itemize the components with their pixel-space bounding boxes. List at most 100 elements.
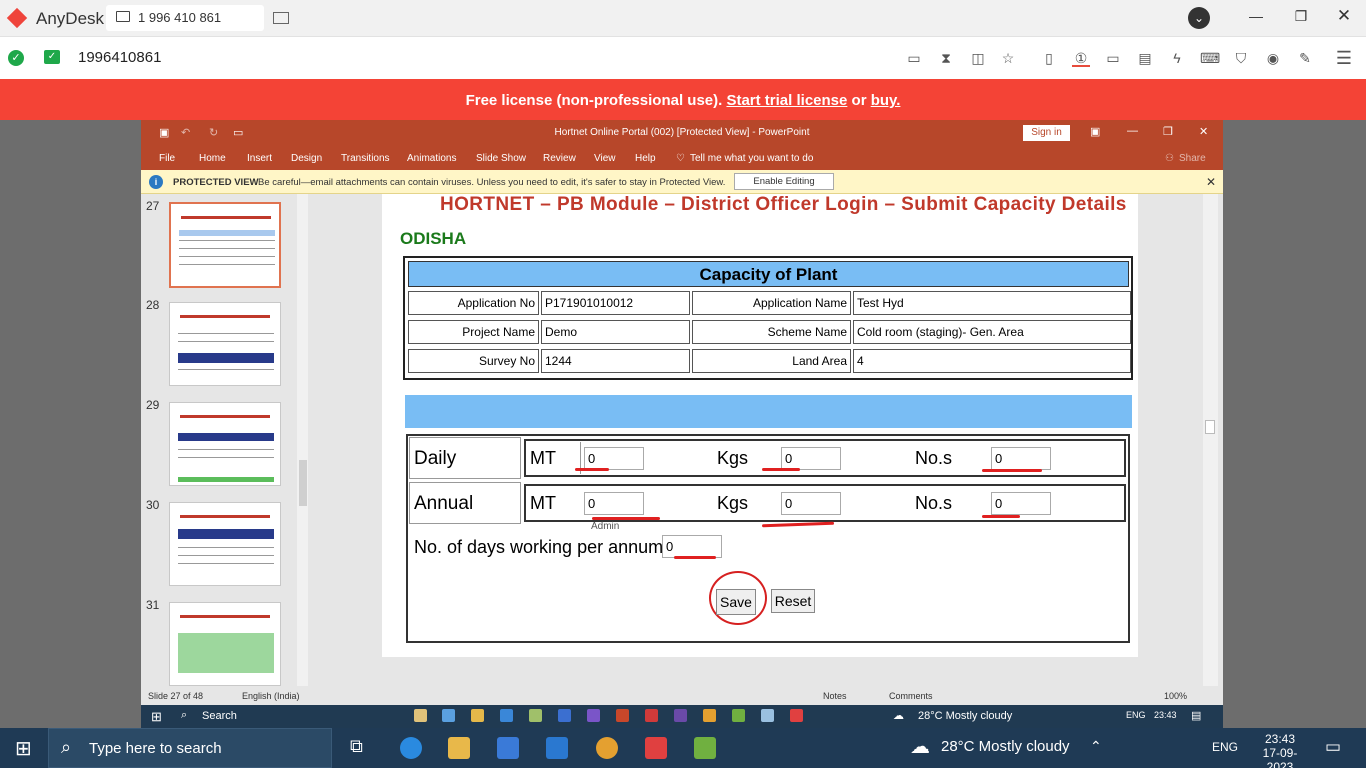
- session-tab[interactable]: 1 996 410 861: [106, 5, 264, 31]
- anydesk-icon[interactable]: [645, 737, 667, 759]
- daily-kgs-input[interactable]: 0: [781, 447, 841, 470]
- tab-view[interactable]: View: [594, 153, 616, 164]
- app-icon[interactable]: [761, 709, 774, 722]
- mail-icon[interactable]: [546, 737, 568, 759]
- app-icon[interactable]: [500, 709, 513, 722]
- app-icon[interactable]: [674, 709, 687, 722]
- close-icon[interactable]: ✕: [1206, 175, 1216, 189]
- remote-search-box[interactable]: Search: [202, 710, 237, 722]
- app-icon[interactable]: [414, 709, 427, 722]
- app-icon[interactable]: [732, 709, 745, 722]
- comments-button[interactable]: Comments: [889, 691, 933, 701]
- windows-start-icon[interactable]: ⊞: [15, 736, 32, 761]
- store-icon[interactable]: [497, 737, 519, 759]
- reset-button[interactable]: Reset: [771, 589, 815, 613]
- clock[interactable]: 23:43 17-09-2023: [1252, 732, 1308, 768]
- hamburger-menu-icon[interactable]: ☰: [1335, 49, 1353, 67]
- slide-thumbnail[interactable]: [169, 502, 281, 586]
- annual-kgs-input[interactable]: 0: [781, 492, 841, 515]
- annual-mt-input[interactable]: 0: [584, 492, 644, 515]
- buy-link[interactable]: buy.: [871, 92, 901, 109]
- tray-chevron-icon[interactable]: ⌃: [1090, 738, 1102, 755]
- share-button[interactable]: Share: [1179, 153, 1206, 164]
- tab-design[interactable]: Design: [291, 153, 322, 164]
- tab-home[interactable]: Home: [199, 153, 226, 164]
- app-icon[interactable]: [694, 737, 716, 759]
- sign-in-button[interactable]: Sign in: [1023, 125, 1070, 141]
- file-explorer-icon[interactable]: [448, 737, 470, 759]
- restore-button[interactable]: ❐: [1290, 8, 1312, 25]
- record-icon[interactable]: ◉: [1264, 49, 1282, 67]
- database-icon[interactable]: ◫: [969, 49, 987, 67]
- app-icon[interactable]: [442, 709, 455, 722]
- notification-icon[interactable]: ▤: [1191, 709, 1201, 722]
- tab-transitions[interactable]: Transitions: [341, 153, 390, 164]
- slide-thumbnail[interactable]: [169, 202, 281, 288]
- pp-maximize-button[interactable]: ❐: [1163, 125, 1173, 138]
- shield-icon[interactable]: ⛉: [1232, 49, 1250, 67]
- notification-center-icon[interactable]: ▭: [1325, 737, 1341, 757]
- address-input[interactable]: 1996410861: [78, 49, 161, 66]
- days-input[interactable]: 0: [662, 535, 722, 558]
- chrome-icon[interactable]: [596, 737, 618, 759]
- app-icon[interactable]: [645, 709, 658, 722]
- tab-file[interactable]: File: [159, 153, 175, 164]
- taskbar-search[interactable]: ⌕ Type here to search: [48, 728, 332, 768]
- language-indicator[interactable]: ENG: [1212, 740, 1238, 754]
- thumbnail-scrollbar[interactable]: [297, 194, 308, 686]
- slide[interactable]: HORTNET – PB Module – District Officer L…: [382, 194, 1138, 657]
- lightning-icon[interactable]: ϟ: [1168, 49, 1186, 67]
- pp-close-button[interactable]: ✕: [1199, 125, 1208, 138]
- annual-nos-input[interactable]: 0: [991, 492, 1051, 515]
- zoom-level[interactable]: 100%: [1164, 691, 1187, 701]
- daily-mt-input[interactable]: 0: [584, 447, 644, 470]
- slide-thumbnail[interactable]: [169, 602, 281, 686]
- display-off-icon[interactable]: ▭: [905, 49, 923, 67]
- save-button[interactable]: Save: [716, 589, 756, 615]
- tab-help[interactable]: Help: [635, 153, 656, 164]
- daily-nos-input[interactable]: 0: [991, 447, 1051, 470]
- slide-scrollbar[interactable]: [1203, 194, 1218, 686]
- app-icon[interactable]: [529, 709, 542, 722]
- enable-editing-button[interactable]: Enable Editing: [734, 173, 834, 190]
- start-trial-link[interactable]: Start trial license: [726, 92, 847, 109]
- remote-clock[interactable]: 23:43: [1154, 710, 1177, 720]
- new-tab-icon[interactable]: [273, 12, 289, 24]
- chat-icon[interactable]: ▤: [1136, 49, 1154, 67]
- slide-scroll-thumb[interactable]: [1205, 420, 1215, 434]
- ribbon-display-icon[interactable]: ▣: [1090, 125, 1100, 138]
- app-icon[interactable]: [471, 709, 484, 722]
- language-status[interactable]: English (India): [242, 691, 300, 701]
- app-icon[interactable]: [558, 709, 571, 722]
- star-icon[interactable]: ☆: [999, 49, 1017, 67]
- chevron-down-icon[interactable]: ⌄: [1188, 7, 1210, 29]
- screen-icon[interactable]: ▭: [1104, 49, 1122, 67]
- chrome-icon[interactable]: [703, 709, 716, 722]
- keyboard-icon[interactable]: ⌨: [1200, 49, 1220, 67]
- remote-lang[interactable]: ENG: [1126, 710, 1146, 720]
- tell-me-search[interactable]: Tell me what you want to do: [690, 153, 813, 164]
- windows-start-icon[interactable]: ⊞: [151, 709, 162, 725]
- anydesk-app-icon[interactable]: [790, 709, 803, 722]
- remote-screen[interactable]: ▣ ↶ ↻ ▭ Hortnet Online Portal (002) [Pro…: [141, 120, 1223, 728]
- pp-minimize-button[interactable]: —: [1127, 125, 1138, 137]
- powerpoint-app-icon[interactable]: [616, 709, 629, 722]
- tab-slide-show[interactable]: Slide Show: [476, 153, 526, 164]
- thumbnail-scroll-thumb[interactable]: [299, 460, 307, 506]
- minimize-button[interactable]: —: [1245, 8, 1267, 24]
- remote-weather[interactable]: 28°C Mostly cloudy: [918, 710, 1012, 722]
- pen-icon[interactable]: ✎: [1296, 49, 1314, 67]
- tab-review[interactable]: Review: [543, 153, 576, 164]
- app-icon[interactable]: [587, 709, 600, 722]
- monitor-1-icon[interactable]: ①: [1072, 49, 1090, 67]
- tab-animations[interactable]: Animations: [407, 153, 456, 164]
- close-button[interactable]: ✕: [1333, 6, 1355, 26]
- slide-thumbnail[interactable]: [169, 402, 281, 486]
- notes-button[interactable]: Notes: [823, 691, 847, 701]
- file-icon[interactable]: ▯: [1040, 49, 1058, 67]
- tab-insert[interactable]: Insert: [247, 153, 272, 164]
- hourglass-icon[interactable]: ⧗: [937, 49, 955, 67]
- task-view-icon[interactable]: ⧉: [350, 736, 363, 757]
- slide-thumbnail[interactable]: [169, 302, 281, 386]
- weather-status[interactable]: 28°C Mostly cloudy: [941, 738, 1070, 755]
